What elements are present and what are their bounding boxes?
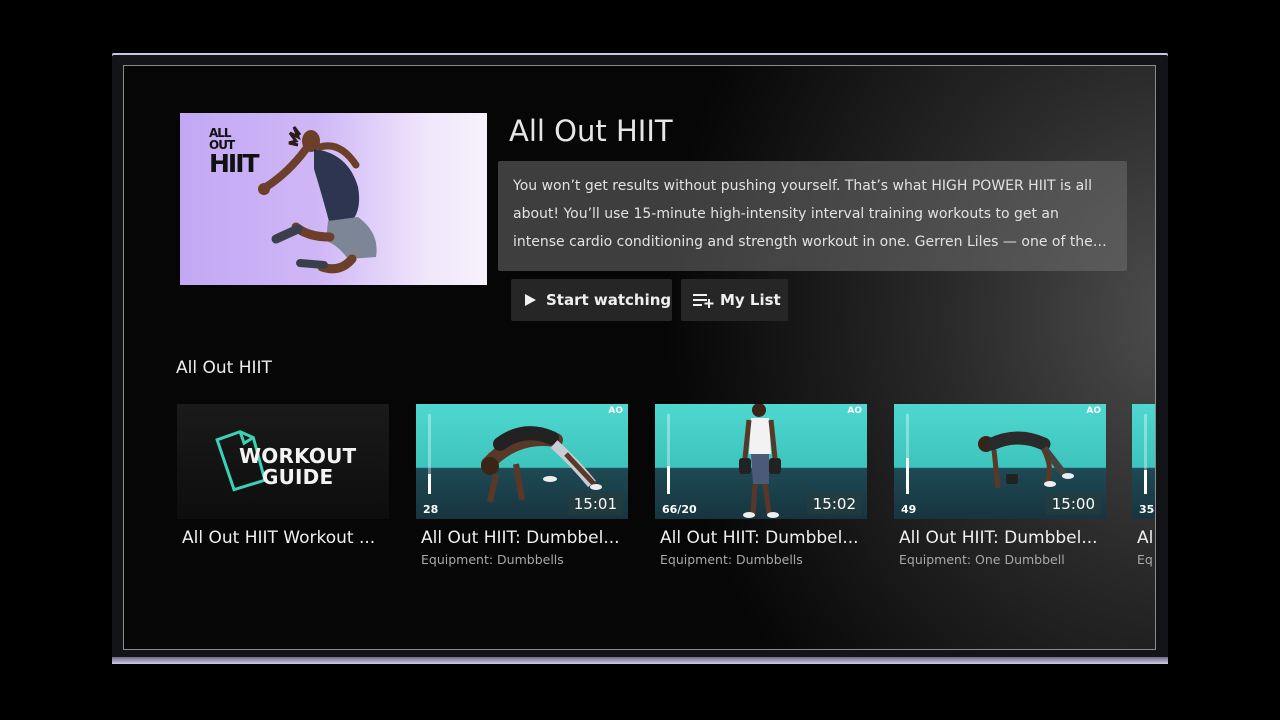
my-list-button[interactable]: My List [681,279,788,321]
workout-guide-text: WORKOUT GUIDE [239,444,357,489]
duration-badge: 15:01 [567,493,623,515]
card-title: Al [1137,528,1154,548]
description-text: You won’t get results without pushing yo… [513,178,1093,250]
video-card[interactable]: AO 49 15:00 All Out HIIT: Dumbbel... Equ… [894,404,1106,567]
show-description[interactable]: You won’t get results without pushing yo… [498,161,1127,271]
card-equipment: Eq [1137,552,1153,567]
video-card[interactable]: AO 66/20 15:02 All Out HIIT: Dumbbel... … [655,404,867,567]
card-thumbnail: 35 [1132,404,1155,519]
duration-badge: 15:00 [1045,493,1101,515]
card-title: All Out HIIT Workout ... [182,528,376,548]
workout-guide-card[interactable]: WORKOUT GUIDE All Out HIIT Workout ... [177,404,389,548]
card-counter: 35 [1139,503,1155,516]
video-card[interactable]: AO 28 15:01 All Out HIIT: Dumbbel... Equ… [416,404,628,567]
card-title: All Out HIIT: Dumbbel... [899,528,1098,548]
video-card[interactable]: 35 Al Eq [1132,404,1155,567]
hero-artwork: ALL OUT HIIT [180,113,487,285]
start-watching-label: Start watching [546,291,672,309]
card-equipment: Equipment: Dumbbells [421,552,564,567]
tv-stand-edge [112,657,1168,664]
playlist-add-icon [693,292,715,308]
play-icon [524,293,537,307]
card-counter: 66/20 [662,503,697,516]
duration-badge: 15:02 [806,493,862,515]
card-thumbnail: AO 28 15:01 [416,404,628,519]
card-counter: 49 [901,503,917,516]
card-title: All Out HIIT: Dumbbel... [660,528,859,548]
card-thumbnail: AO 49 15:00 [894,404,1106,519]
card-equipment: Equipment: One Dumbbell [899,552,1065,567]
my-list-label: My List [720,291,781,309]
card-equipment: Equipment: Dumbbells [660,552,803,567]
row-title: All Out HIIT [176,358,272,378]
card-title: All Out HIIT: Dumbbel... [421,528,620,548]
card-counter: 28 [423,503,439,516]
intensity-meter [1144,414,1147,494]
card-thumbnail: WORKOUT GUIDE [177,404,389,519]
jumping-athlete-figure [258,126,377,274]
tv-screen: ALL OUT HIIT All Out HIIT You won’t get [123,65,1156,650]
start-watching-button[interactable]: Start watching [511,279,672,321]
show-title: All Out HIIT [509,114,673,148]
card-thumbnail: AO 66/20 15:02 [655,404,867,519]
